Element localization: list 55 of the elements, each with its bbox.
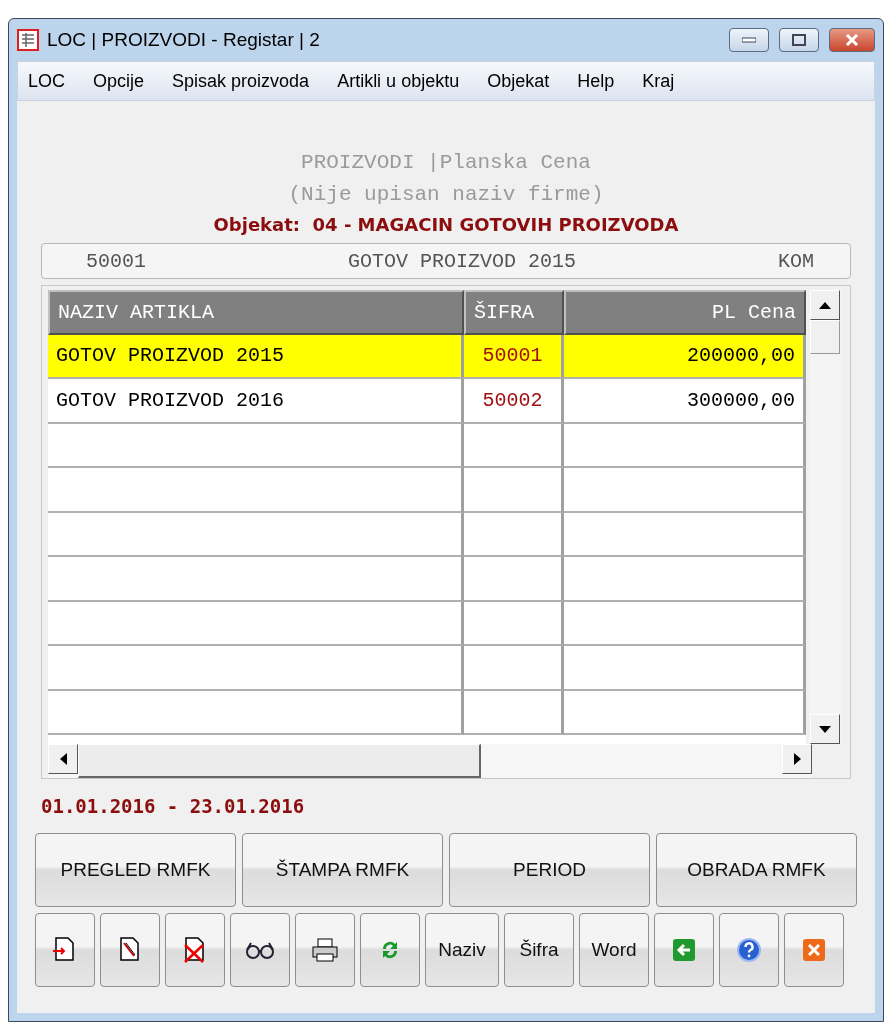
close-icon	[845, 34, 859, 46]
action-button[interactable]: ŠTAMPA RMFK	[242, 833, 443, 907]
toolbar-button[interactable]	[230, 913, 290, 987]
table-icon	[17, 29, 39, 51]
scrollbar-thumb[interactable]	[78, 744, 481, 778]
vertical-scrollbar[interactable]	[810, 290, 842, 744]
object-label: Objekat: 04 - MAGACIN GOTOVIH PROIZVODA	[213, 213, 679, 237]
toolbar-button[interactable]: Šifra	[504, 913, 574, 987]
window-title: LOC | PROIZVODI - Registar | 2	[47, 29, 321, 51]
column-header[interactable]: ŠIFRA	[464, 290, 564, 335]
menu-item[interactable]: Objekat	[487, 70, 550, 92]
close-button[interactable]	[829, 28, 875, 52]
scroll-left-icon[interactable]	[59, 753, 67, 765]
maximize-icon	[792, 34, 806, 46]
scroll-right-icon[interactable]	[793, 753, 801, 765]
item-name: GOTOV PROIZVOD 2015	[347, 249, 576, 273]
menu-item[interactable]: Opcije	[93, 70, 145, 92]
toolbar-button[interactable]	[100, 913, 160, 987]
toolbar-button[interactable]: Naziv	[425, 913, 499, 987]
glasses-icon	[245, 940, 275, 960]
help-icon	[736, 937, 762, 963]
toolbar-button[interactable]	[35, 913, 95, 987]
horizontal-scrollbar[interactable]	[48, 744, 812, 778]
toolbar-button[interactable]	[165, 913, 225, 987]
column-header[interactable]: NAZIV ARTIKLA	[48, 290, 464, 335]
date-range: 01.01.2016 - 23.01.2016	[41, 795, 306, 817]
scrollbar-thumb[interactable]	[810, 320, 840, 354]
maximize-button[interactable]	[779, 28, 819, 52]
close-icon	[802, 938, 826, 962]
menu-item[interactable]: LOC	[28, 70, 65, 92]
action-button[interactable]: OBRADA RMFK	[656, 833, 857, 907]
toolbar-button[interactable]	[295, 913, 355, 987]
minimize-icon	[742, 37, 756, 43]
table-cell[interactable]: 200000,00	[564, 334, 806, 379]
item-code: 50001	[86, 249, 146, 273]
printer-icon	[311, 937, 339, 963]
action-button[interactable]: PREGLED RMFK	[35, 833, 236, 907]
minimize-button[interactable]	[729, 28, 769, 52]
table-cell[interactable]: 50002	[464, 379, 564, 424]
menu-item[interactable]: Kraj	[642, 70, 675, 92]
scroll-up-icon[interactable]	[819, 301, 831, 309]
column-header[interactable]: PL Cena	[564, 290, 806, 335]
table-cell[interactable]: 300000,00	[564, 379, 806, 424]
toolbar-button[interactable]: Word	[579, 913, 649, 987]
scroll-down-icon[interactable]	[819, 725, 831, 733]
report-title: PROIZVODI |Planska Cena	[301, 150, 591, 176]
menu-item[interactable]: Spisak proizvoda	[172, 70, 310, 92]
table-cell[interactable]: GOTOV PROIZVOD 2016	[48, 379, 464, 424]
menu-item[interactable]: Help	[577, 70, 615, 92]
table-cell[interactable]: 50001	[464, 334, 564, 379]
action-button[interactable]: PERIOD	[449, 833, 650, 907]
table-cell[interactable]: GOTOV PROIZVOD 2015	[48, 334, 464, 379]
menu-item[interactable]: Artikli u objektu	[337, 70, 460, 92]
company-name: (Nije upisan naziv firme)	[288, 182, 604, 208]
item-unit: KOM	[777, 249, 814, 273]
